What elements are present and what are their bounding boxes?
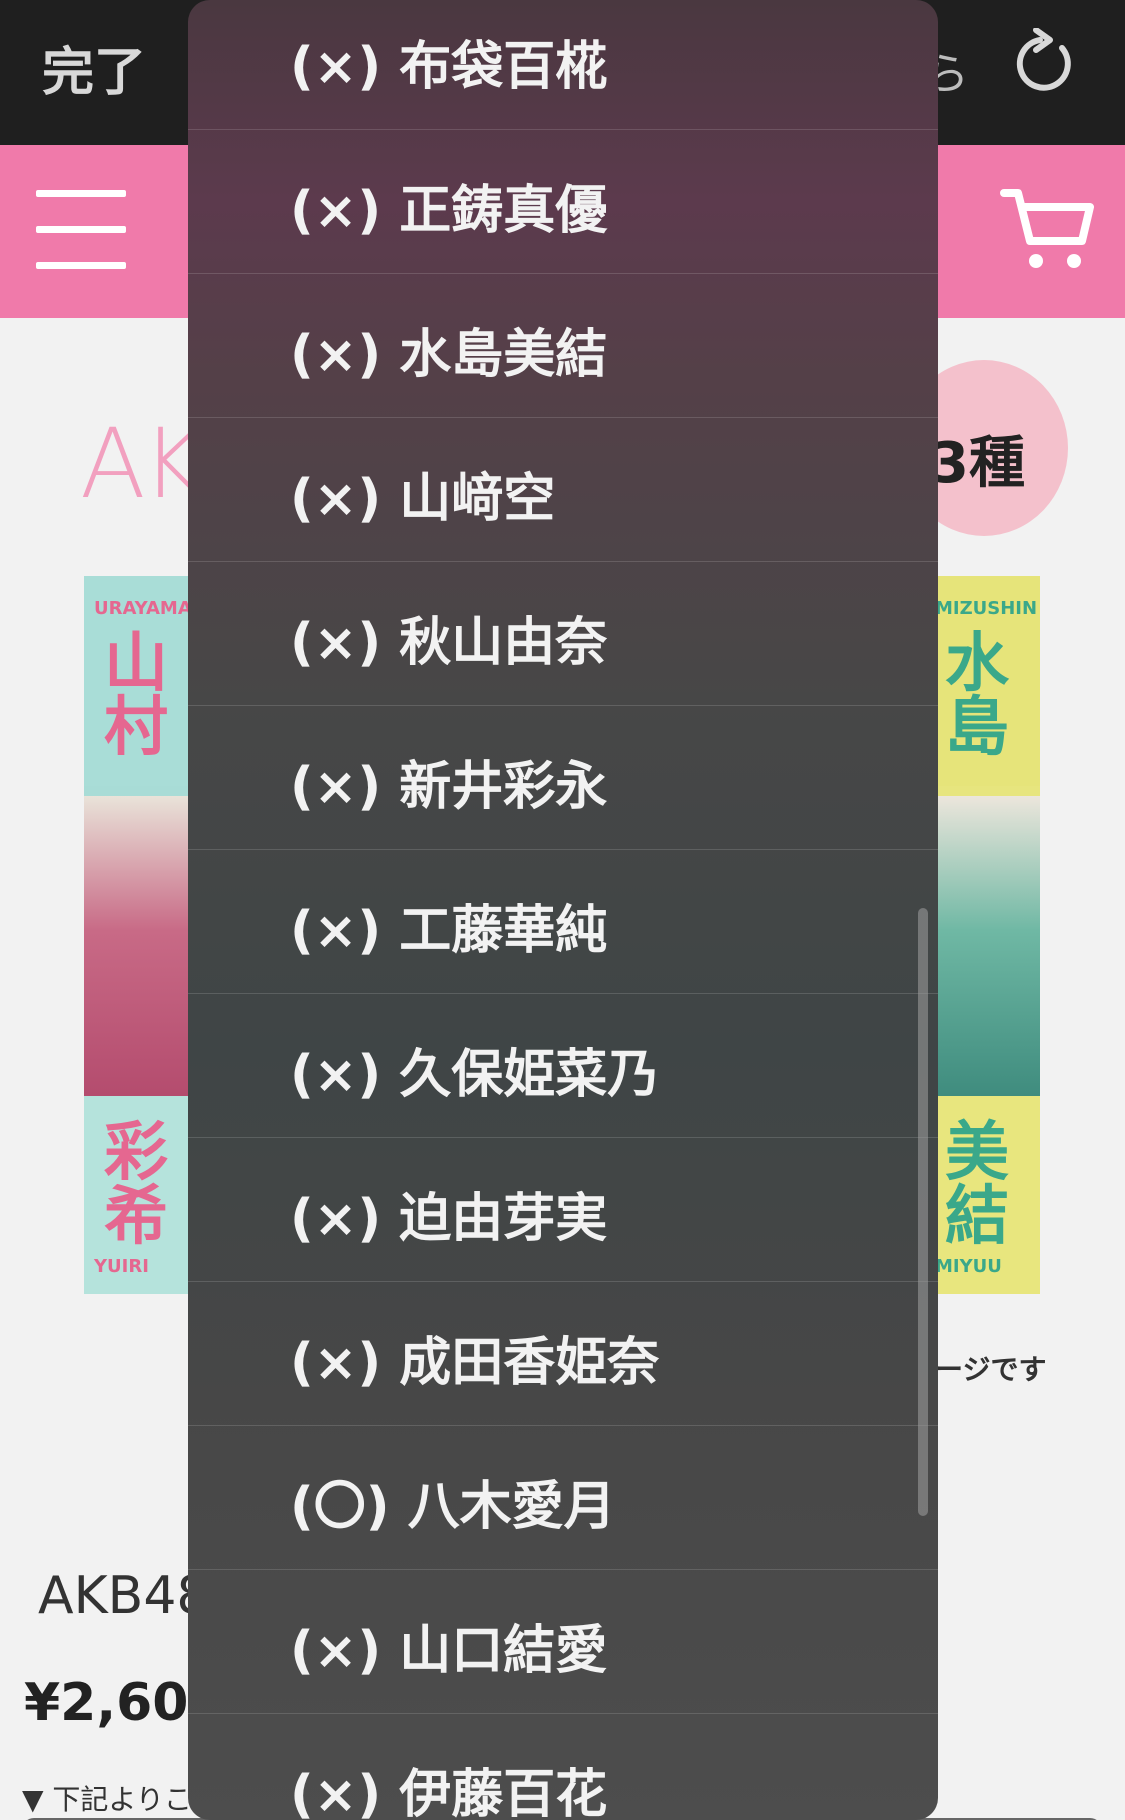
dropdown-option[interactable]: (×) 迫由芽実 [188, 1138, 938, 1282]
select-hint: ▼ 下記よりこ [22, 1783, 192, 1816]
dropdown-option-label: (×) 成田香姫奈 [290, 1333, 660, 1393]
dropdown-scrollbar[interactable] [918, 908, 928, 1516]
product-title: AKB48 [38, 1566, 210, 1626]
dropdown-option[interactable]: (×) 成田香姫奈 [188, 1282, 938, 1426]
dropdown-option-label: (×) 伊藤百花 [290, 1765, 608, 1820]
poster-romaji-bottom: MIYUU [935, 1256, 1002, 1277]
poster-image-right: MIZUSHIN 水島 美結 MIYUU [925, 576, 1040, 1294]
dropdown-option-label: (×) 山口結愛 [290, 1621, 608, 1681]
poster-kanji-top: 水島 [945, 627, 1009, 765]
dropdown-option[interactable]: (×) 秋山由奈 [188, 562, 938, 706]
dropdown-option-label: (×) 工藤華純 [290, 901, 608, 961]
poster-romaji-bottom: YUIRI [94, 1256, 149, 1277]
cart-icon[interactable] [1000, 185, 1095, 275]
dropdown-option-label: (×) 山﨑空 [290, 469, 556, 529]
dropdown-option-selected[interactable]: (〇) 八木愛月 [188, 1426, 938, 1570]
dropdown-option-label: (×) 迫由芽実 [290, 1189, 608, 1249]
reload-icon[interactable] [1010, 28, 1080, 98]
dropdown-option-label: (×) 秋山由奈 [290, 613, 608, 673]
done-button[interactable]: 完了 [42, 30, 146, 105]
dropdown-option-label: (×) 水島美結 [290, 325, 608, 385]
member-dropdown-menu[interactable]: (×) 布袋百椛 (×) 正鋳真優 (×) 水島美結 (×) 山﨑空 (×) 秋… [188, 0, 938, 1820]
dropdown-option[interactable]: (×) 工藤華純 [188, 850, 938, 994]
dropdown-option[interactable]: (×) 久保姫菜乃 [188, 994, 938, 1138]
image-note: ージです [935, 1353, 1047, 1386]
dropdown-option[interactable]: (×) 新井彩永 [188, 706, 938, 850]
dropdown-option-label: (×) 正鋳真優 [290, 181, 608, 241]
dropdown-option-label: (×) 新井彩永 [290, 757, 608, 817]
poster-romaji-top: URAYAMA [94, 598, 192, 619]
variant-count-text: 3種 [930, 431, 1025, 496]
dropdown-option[interactable]: (×) 山﨑空 [188, 418, 938, 562]
dropdown-option[interactable]: (×) 伊藤百花 [188, 1714, 938, 1820]
dropdown-option-label: (×) 久保姫菜乃 [290, 1045, 660, 1105]
poster-kanji-top: 山村 [104, 627, 168, 765]
poster-kanji-bottom: 美結 [945, 1116, 1009, 1254]
poster-romaji-top: MIZUSHIN [935, 598, 1038, 619]
dropdown-option[interactable]: (×) 布袋百椛 [188, 0, 938, 130]
akb-logo: AK [80, 408, 205, 520]
poster-image-left: URAYAMA 山村 彩希 YUIRI [84, 576, 194, 1294]
dropdown-option-label: (×) 布袋百椛 [290, 37, 608, 97]
hamburger-icon[interactable] [36, 190, 126, 270]
dropdown-option[interactable]: (×) 正鋳真優 [188, 130, 938, 274]
dropdown-option-label: (〇) 八木愛月 [290, 1477, 616, 1537]
dropdown-option[interactable]: (×) 水島美結 [188, 274, 938, 418]
dropdown-option[interactable]: (×) 山口結愛 [188, 1570, 938, 1714]
poster-kanji-bottom: 彩希 [104, 1116, 168, 1254]
